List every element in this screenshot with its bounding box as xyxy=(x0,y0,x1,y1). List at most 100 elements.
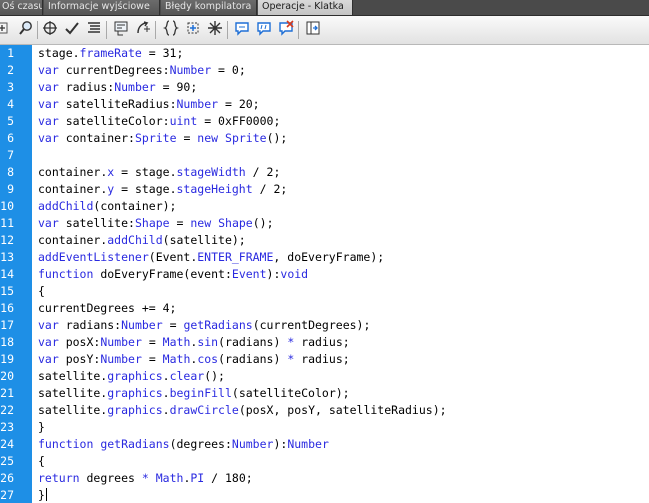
keyword-token: Math xyxy=(155,471,184,485)
code-text: var currentDegrees:Number = 0; xyxy=(38,63,246,77)
keyword-token: function xyxy=(38,437,94,451)
keyword-token: Math xyxy=(162,352,191,366)
keyword-token: * xyxy=(287,352,295,366)
code-text: var radius:Number = 90; xyxy=(38,80,198,94)
apply-block-comment-button[interactable] xyxy=(233,21,251,39)
code-text: addChild(container); xyxy=(38,199,177,213)
actions-toolbar xyxy=(0,16,649,45)
code-line: 11 var satellite:Shape = new Shape(); xyxy=(0,215,649,232)
code-text: container.addChild(satellite); xyxy=(38,233,246,247)
keyword-token: Number xyxy=(114,80,156,94)
keyword-token: var xyxy=(38,80,59,94)
expand-all-button[interactable] xyxy=(206,21,224,39)
show-hide-toolbox-button[interactable] xyxy=(304,21,322,39)
code-text: } xyxy=(38,488,47,502)
find-button[interactable] xyxy=(17,21,35,39)
keyword-token: function xyxy=(38,267,94,281)
code-line: 19 var posY:Number = Math.cos(radians) * … xyxy=(0,351,649,368)
line-number: 1 xyxy=(7,46,14,60)
text-cursor xyxy=(45,488,47,501)
keyword-token: Shape xyxy=(134,216,170,230)
keyword-token: x xyxy=(107,165,115,179)
collapse-braces-icon xyxy=(162,20,180,40)
panel-tab-bar: Oś czasu Informacje wyjściowe Błędy komp… xyxy=(0,0,649,16)
code-text: satellite.graphics.clear(); xyxy=(38,369,225,383)
code-text: currentDegrees += 4; xyxy=(38,301,177,315)
debug-options-button[interactable] xyxy=(134,21,152,39)
toolbar-separator xyxy=(106,21,107,39)
line-number: 13 xyxy=(0,250,14,264)
code-text: function doEveryFrame(event:Event):void xyxy=(38,267,309,281)
line-number: 24 xyxy=(0,437,14,451)
code-text: addEventListener(Event.ENTER_FRAME, doEv… xyxy=(38,250,385,264)
tab-output[interactable]: Informacje wyjściowe xyxy=(44,0,160,15)
line-number: 22 xyxy=(0,403,14,417)
code-line: 24 function getRadians(degrees:Number):Nu… xyxy=(0,436,649,453)
keyword-token: Sprite xyxy=(225,131,267,145)
keyword-token: * xyxy=(141,471,149,485)
code-line: 4 var satelliteRadius:Number = 20; xyxy=(0,96,649,113)
code-line: 6 var container:Sprite = new Sprite(); xyxy=(0,130,649,147)
remove-comment-button[interactable] xyxy=(277,20,295,39)
add-script-button[interactable] xyxy=(0,21,16,39)
keyword-token: sin xyxy=(197,335,219,349)
code-text: var posX:Number = Math.sin(radians) * ra… xyxy=(38,335,350,349)
line-number: 11 xyxy=(0,216,14,230)
code-line: 3 var radius:Number = 90; xyxy=(0,79,649,96)
apply-line-comment-button[interactable] xyxy=(255,21,273,39)
collapse-selection-button[interactable] xyxy=(184,21,202,39)
keyword-token: Event xyxy=(231,267,267,281)
code-line: 16 currentDegrees += 4; xyxy=(0,300,649,317)
collapse-selection-icon xyxy=(185,20,201,40)
keyword-token: graphics xyxy=(107,369,163,383)
code-text: container.x = stage.stageWidth / 2; xyxy=(38,165,281,179)
comment-block-icon xyxy=(234,20,250,40)
keyword-token: PI xyxy=(190,471,205,485)
auto-format-button[interactable] xyxy=(85,21,103,39)
line-number: 17 xyxy=(0,318,14,332)
code-text: var radians:Number = getRadians(currentD… xyxy=(38,318,371,332)
auto-format-icon xyxy=(86,20,102,40)
code-line: 22 satellite.graphics.drawCircle(posX, po… xyxy=(0,402,649,419)
code-line: 10 addChild(container); xyxy=(0,198,649,215)
line-number: 3 xyxy=(7,80,14,94)
tab-compiler-errors[interactable]: Błędy kompilatora xyxy=(161,0,257,15)
keyword-token: beginFill xyxy=(169,386,232,400)
keyword-token: stageWidth xyxy=(176,165,246,179)
script-editor[interactable]: 1 stage.frameRate = 31; 2 var currentDegree… xyxy=(0,45,649,503)
code-line: 17 var radians:Number = getRadians(curren… xyxy=(0,317,649,334)
keyword-token: getRadians xyxy=(183,318,253,332)
keyword-token: var xyxy=(38,114,59,128)
code-text: { xyxy=(38,454,45,468)
line-number: 27 xyxy=(0,488,14,502)
code-text: var satelliteRadius:Number = 20; xyxy=(38,97,260,111)
toolbar-separator xyxy=(37,21,38,39)
code-line: 15 { xyxy=(0,283,649,300)
insert-target-path-button[interactable] xyxy=(41,21,59,39)
line-number: 19 xyxy=(0,352,14,366)
line-number: 2 xyxy=(7,63,14,77)
code-text: } xyxy=(38,420,45,434)
keyword-token: Number xyxy=(121,318,163,332)
code-text: container.y = stage.stageHeight / 2; xyxy=(38,182,288,196)
tab-actions-frame[interactable]: Operacje - Klatka xyxy=(258,0,353,15)
line-number: 14 xyxy=(0,267,14,281)
show-toolbox-icon xyxy=(305,20,321,40)
code-line: 20 satellite.graphics.clear(); xyxy=(0,368,649,385)
keyword-token: var xyxy=(38,352,59,366)
collapse-between-braces-button[interactable] xyxy=(162,20,180,40)
line-number: 15 xyxy=(0,284,14,298)
keyword-token: clear xyxy=(169,369,205,383)
code-line: 7 xyxy=(0,147,649,164)
keyword-token: var xyxy=(38,97,59,111)
check-syntax-button[interactable] xyxy=(63,21,81,39)
debug-options-icon xyxy=(135,20,151,40)
line-number: 7 xyxy=(7,148,14,162)
keyword-token: var xyxy=(38,63,59,77)
keyword-token: cos xyxy=(197,352,219,366)
show-code-hint-button[interactable] xyxy=(112,21,130,39)
expand-all-icon xyxy=(207,20,223,40)
tab-timeline[interactable]: Oś czasu xyxy=(0,0,43,15)
line-number: 16 xyxy=(0,301,14,315)
line-number: 26 xyxy=(0,471,14,485)
